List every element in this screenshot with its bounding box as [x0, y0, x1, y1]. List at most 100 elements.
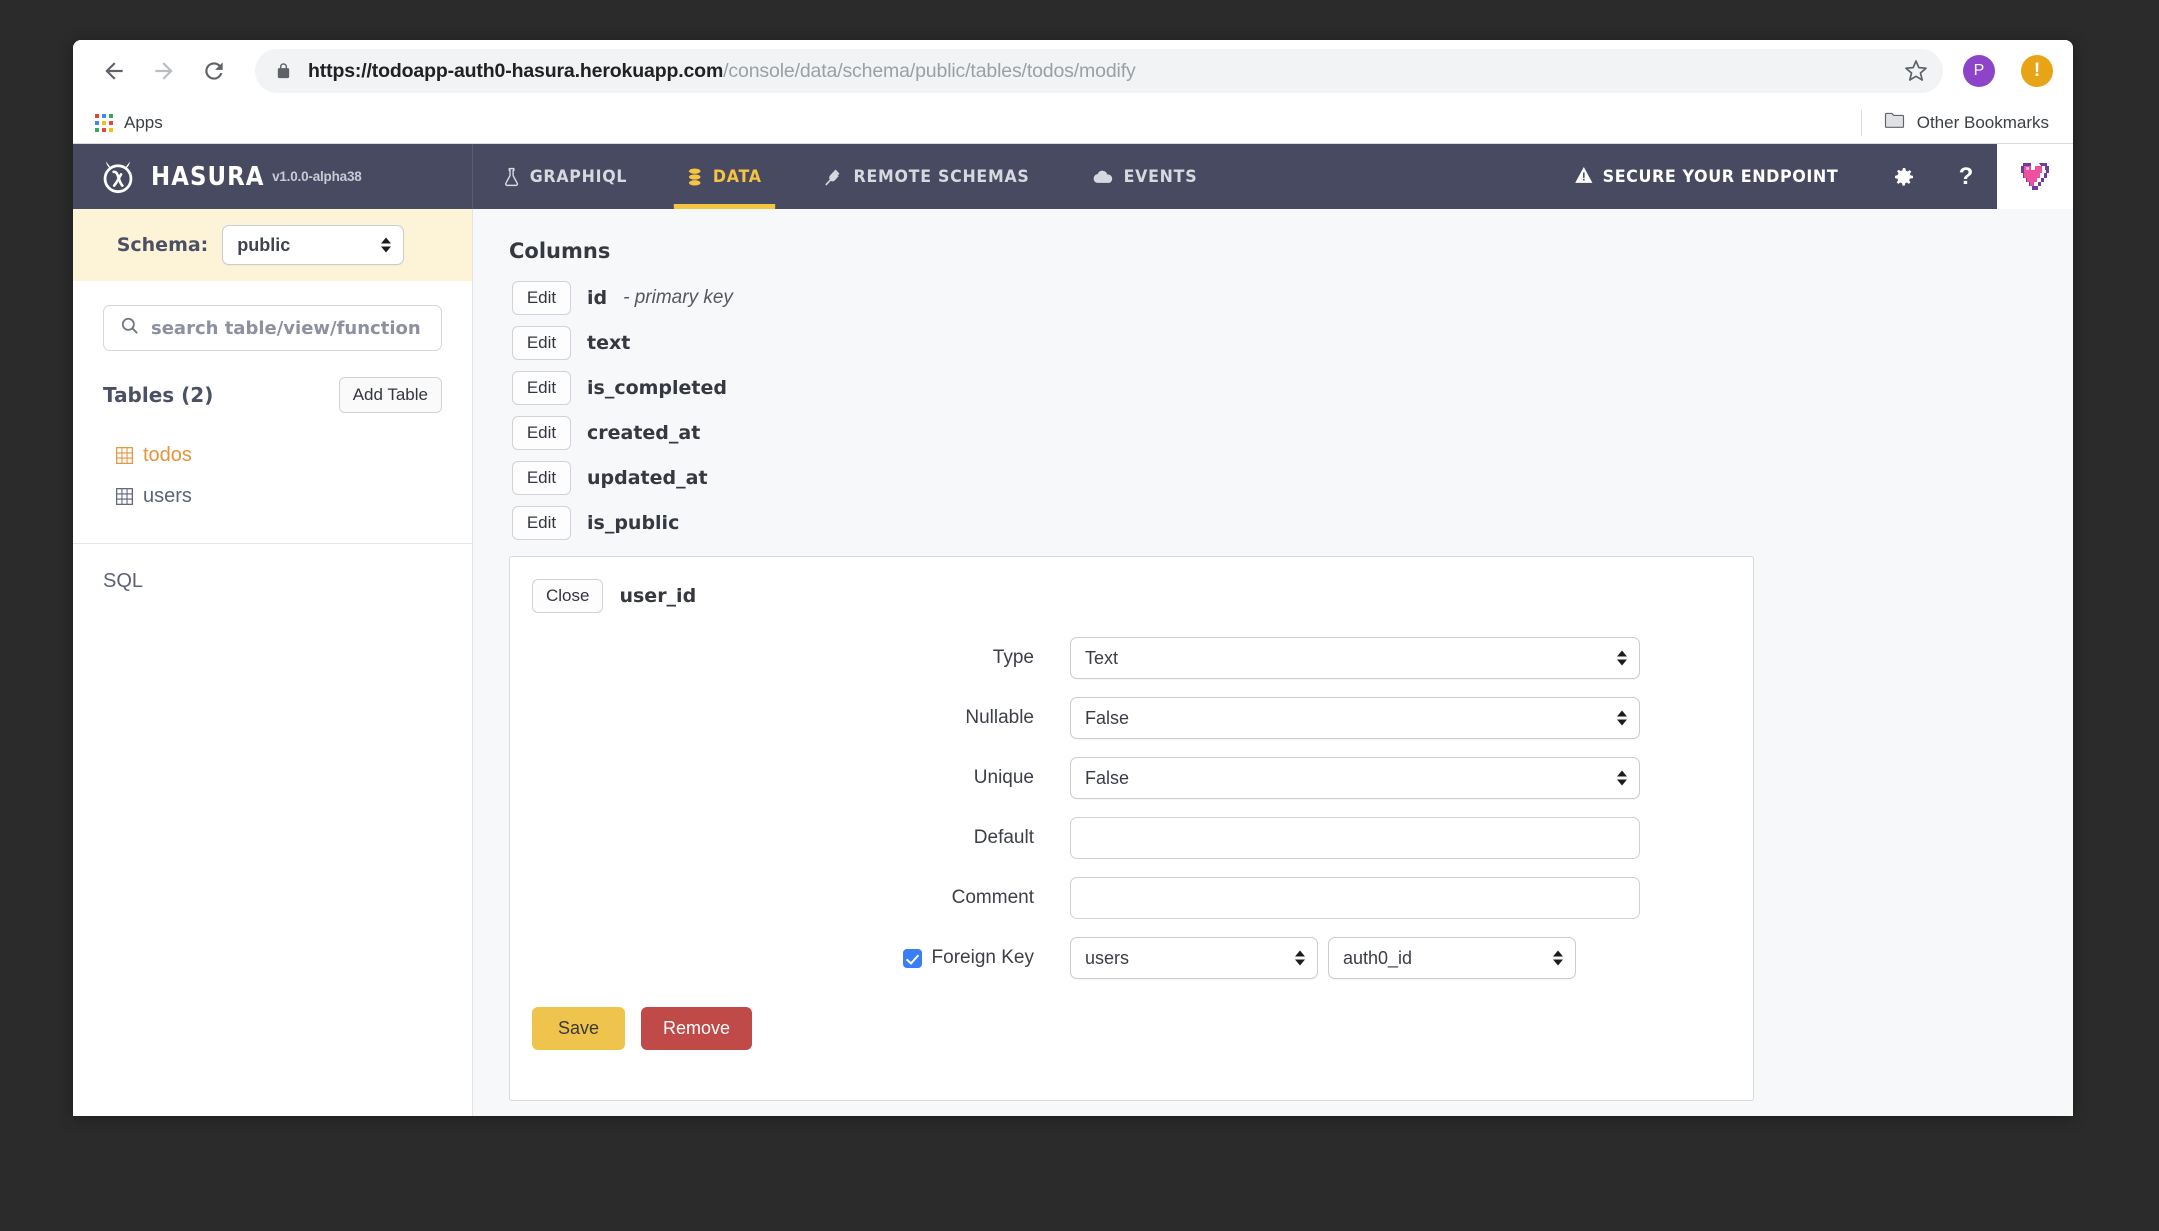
field-label: Nullable: [965, 707, 1034, 728]
field-label: Unique: [973, 767, 1034, 788]
tab-events[interactable]: EVENTS: [1069, 144, 1222, 209]
schema-label: Schema:: [116, 234, 209, 256]
field-row-default: Default: [510, 817, 1753, 859]
save-button[interactable]: Save: [532, 1007, 626, 1050]
forward-icon[interactable]: [141, 48, 187, 94]
field-row-nullable: Nullable False: [510, 697, 1753, 739]
main-content: Columns Edit id - primary key Edit text …: [473, 209, 2073, 1116]
tab-label: GRAPHIQL: [529, 166, 628, 187]
apps-label: Apps: [124, 112, 163, 132]
search-table-box[interactable]: [103, 305, 442, 351]
tables-count-label: Tables (2): [103, 383, 214, 407]
remove-button[interactable]: Remove: [641, 1007, 753, 1050]
folder-icon: [1884, 111, 1905, 134]
column-edit-panel: Close user_id Type Text Nullable False U…: [509, 556, 1754, 1101]
field-label: Default: [973, 827, 1034, 848]
table-name: users: [143, 485, 192, 507]
edit-button[interactable]: Edit: [512, 281, 571, 315]
tab-label: DATA: [712, 166, 762, 187]
tab-label: REMOTE SCHEMAS: [853, 166, 1030, 187]
foreign-key-label-wrap: Foreign Key: [510, 947, 1070, 969]
sidebar-main: Tables (2) Add Table todos: [73, 281, 472, 543]
edit-button[interactable]: Edit: [512, 371, 571, 405]
help-question-icon[interactable]: ?: [1935, 144, 1997, 209]
bookmark-star-icon[interactable]: [1895, 50, 1937, 92]
console-body: Schema: public search table/view/functio…: [73, 209, 2073, 1116]
tab-graphiql[interactable]: GRAPHIQL: [479, 144, 651, 209]
browser-window: https://todoapp-auth0-hasura.herokuapp.c…: [73, 40, 2073, 1116]
add-table-button[interactable]: Add Table: [338, 377, 442, 413]
profile-avatar[interactable]: P: [1963, 55, 1995, 87]
edit-button[interactable]: Edit: [512, 461, 571, 495]
reload-icon[interactable]: [191, 48, 237, 94]
edit-button[interactable]: Edit: [512, 326, 571, 360]
fk-table-select-wrap: users: [1070, 937, 1318, 979]
field-row-unique: Unique False: [510, 757, 1753, 799]
schema-select[interactable]: public: [222, 225, 405, 265]
type-select[interactable]: Text: [1070, 637, 1640, 679]
comment-input[interactable]: [1070, 877, 1640, 919]
nullable-select[interactable]: False: [1070, 697, 1640, 739]
page-title: Columns: [509, 239, 611, 263]
sql-link[interactable]: SQL: [103, 570, 143, 592]
hasura-brand-name: HASURA: [151, 161, 265, 192]
column-row-is-completed: Edit is_completed: [509, 371, 2073, 405]
sidebar: Schema: public search table/view/functio…: [73, 209, 473, 1116]
nullable-select-wrap: False: [1070, 697, 1640, 739]
other-bookmarks-folder[interactable]: Other Bookmarks: [1860, 109, 2049, 136]
tab-label: EVENTS: [1123, 166, 1198, 187]
secure-endpoint-label: SECURE YOUR ENDPOINT: [1602, 166, 1839, 187]
hasura-console: HASURA v1.0.0-alpha38 GRAPHIQL DATA REMO…: [73, 144, 2073, 1116]
column-row-text: Edit text: [509, 326, 2073, 360]
database-icon: [687, 167, 703, 187]
foreign-key-selects: users auth0_id: [1070, 937, 1576, 979]
search-input[interactable]: [151, 317, 425, 339]
fk-column-select[interactable]: auth0_id: [1328, 937, 1576, 979]
update-alert-icon[interactable]: !: [2021, 55, 2053, 87]
column-row-updated-at: Edit updated_at: [509, 461, 2073, 495]
type-select-wrap: Text: [1070, 637, 1640, 679]
edit-button[interactable]: Edit: [512, 506, 571, 540]
browser-toolbar: https://todoapp-auth0-hasura.herokuapp.c…: [73, 40, 2073, 102]
topnav-tabs: GRAPHIQL DATA REMOTE SCHEMAS EVENTS: [473, 144, 1227, 209]
panel-header: Close user_id: [510, 579, 1753, 613]
table-grid-icon: [116, 488, 133, 505]
table-list: todos users: [103, 435, 442, 543]
apps-grid-icon: [95, 113, 113, 132]
tab-data[interactable]: DATA: [663, 144, 786, 209]
default-input[interactable]: [1070, 817, 1640, 859]
plug-icon: [824, 167, 843, 187]
field-row-type: Type Text: [510, 637, 1753, 679]
table-item-users[interactable]: users: [103, 476, 442, 517]
edit-button[interactable]: Edit: [512, 416, 571, 450]
warning-triangle-icon: [1575, 165, 1594, 189]
field-label: Comment: [951, 887, 1034, 908]
search-icon: [120, 316, 139, 340]
schema-bar: Schema: public: [73, 209, 472, 281]
close-button[interactable]: Close: [532, 579, 604, 613]
table-item-todos[interactable]: todos: [103, 435, 442, 476]
cloud-icon: [1093, 168, 1113, 186]
heart-icon[interactable]: [1997, 144, 2073, 209]
hasura-brand[interactable]: HASURA v1.0.0-alpha38: [73, 144, 473, 209]
fk-table-select[interactable]: users: [1070, 937, 1318, 979]
hasura-topnav: HASURA v1.0.0-alpha38 GRAPHIQL DATA REMO…: [73, 144, 2073, 209]
unique-select[interactable]: False: [1070, 757, 1640, 799]
unique-select-wrap: False: [1070, 757, 1640, 799]
column-name: updated_at: [587, 467, 708, 489]
apps-shortcut[interactable]: Apps: [95, 113, 163, 133]
tab-remote-schemas[interactable]: REMOTE SCHEMAS: [800, 144, 1053, 209]
settings-gear-icon[interactable]: [1873, 144, 1935, 209]
address-bar[interactable]: https://todoapp-auth0-hasura.herokuapp.c…: [255, 49, 1943, 93]
column-name: is_public: [587, 512, 680, 534]
foreign-key-checkbox[interactable]: [902, 948, 922, 968]
column-row-is-public: Edit is_public: [509, 506, 2073, 540]
back-icon[interactable]: [91, 48, 137, 94]
secure-endpoint-button[interactable]: SECURE YOUR ENDPOINT: [1550, 144, 1863, 209]
address-bar-url: https://todoapp-auth0-hasura.herokuapp.c…: [308, 59, 1136, 82]
column-name: id: [587, 287, 608, 309]
column-row-id: Edit id - primary key: [509, 281, 2073, 315]
table-grid-icon: [116, 447, 133, 464]
schema-select-wrap: public: [222, 225, 405, 265]
column-name: created_at: [587, 422, 701, 444]
